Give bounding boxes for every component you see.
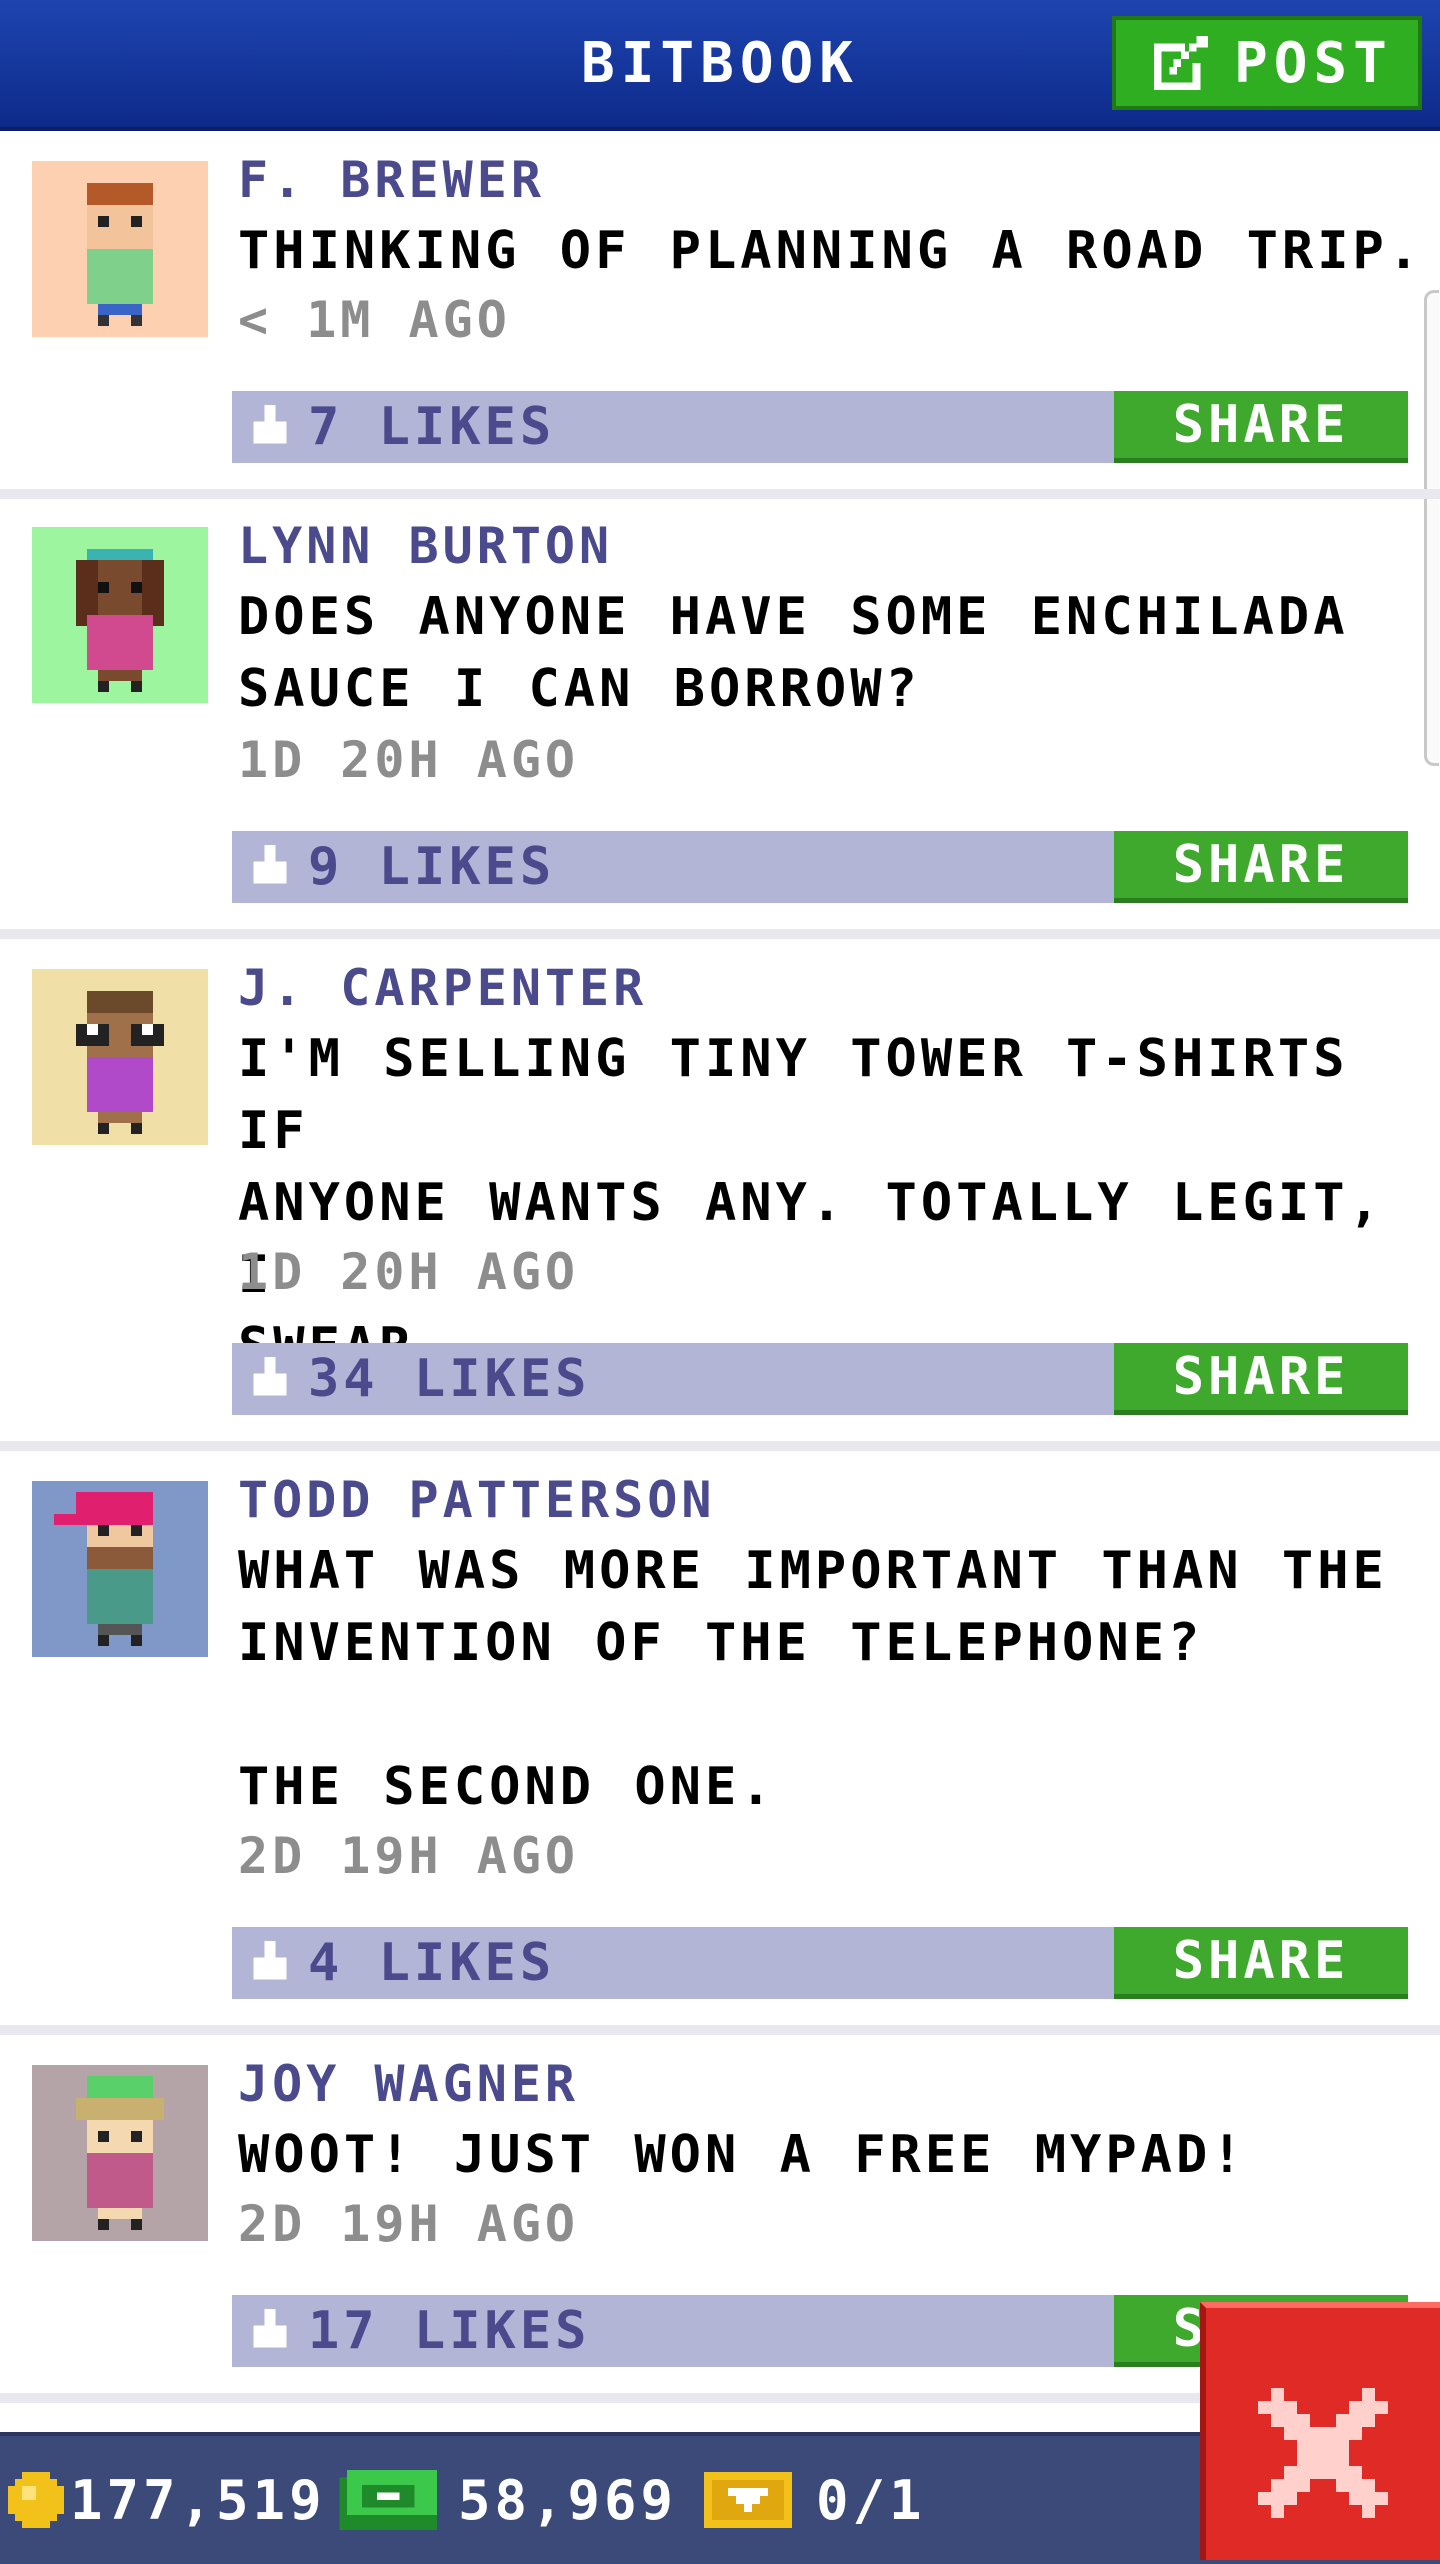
bux-count: 58,969 xyxy=(458,2468,678,2532)
share-button[interactable]: SHARE xyxy=(1114,1343,1408,1415)
post-divider xyxy=(0,2025,1440,2035)
post-message: DOES ANYONE HAVE SOME ENCHILADA SAUCE I … xyxy=(238,587,1349,719)
post-divider xyxy=(0,489,1440,499)
post-author[interactable]: JOY WAGNER xyxy=(238,2055,579,2113)
post-message: I'M SELLING TINY TOWER T-SHIRTS IF ANYON… xyxy=(238,1029,1384,1377)
thumbs-up-icon[interactable] xyxy=(248,1357,292,1401)
avatar[interactable] xyxy=(32,527,208,703)
post-time: 2D 19H AGO xyxy=(238,1827,580,1885)
post-author[interactable]: J. CARPENTER xyxy=(238,959,647,1017)
thumbs-up-icon[interactable] xyxy=(248,845,292,889)
tickets-count: 0/1 xyxy=(816,2468,926,2532)
post-time: 1D 20H AGO xyxy=(238,1243,580,1301)
tickets-display: 0/1 xyxy=(704,2436,926,2564)
thumbs-up-icon[interactable] xyxy=(248,1941,292,1985)
post-message: THINKING OF PLANNING A ROAD TRIP. xyxy=(238,221,1424,281)
post-author[interactable]: TODD PATTERSON xyxy=(238,1471,715,1529)
likes-count: 9 LIKES xyxy=(308,837,556,897)
ticket-icon xyxy=(704,2472,792,2528)
share-button[interactable]: SHARE xyxy=(1114,1927,1408,1999)
post-button-label: POST xyxy=(1234,30,1393,96)
avatar[interactable] xyxy=(32,2065,208,2241)
coins-count: 177,519 xyxy=(70,2468,326,2532)
likes-bar: 34 LIKES SHARE xyxy=(232,1343,1408,1415)
avatar[interactable] xyxy=(32,161,208,337)
post-time: < 1M AGO xyxy=(238,291,511,349)
likes-count: 17 LIKES xyxy=(308,2301,591,2361)
post-author[interactable]: LYNN BURTON xyxy=(238,517,613,575)
post-divider xyxy=(0,929,1440,939)
post-time: 2D 19H AGO xyxy=(238,2195,580,2253)
post-message: WOOT! JUST WON A FREE MYPAD! xyxy=(238,2125,1247,2185)
likes-bar: 4 LIKES SHARE xyxy=(232,1927,1408,1999)
post-time: 1D 20H AGO xyxy=(238,731,580,789)
post-message: WHAT WAS MORE IMPORTANT THAN THE INVENTI… xyxy=(238,1541,1388,1817)
bux-icon xyxy=(339,2470,437,2530)
likes-count: 7 LIKES xyxy=(308,397,556,457)
edit-icon xyxy=(1153,35,1209,91)
thumbs-up-icon[interactable] xyxy=(248,405,292,449)
likes-count: 34 LIKES xyxy=(308,1349,591,1409)
coins-display: 177,519 xyxy=(8,2436,326,2564)
avatar[interactable] xyxy=(32,1481,208,1657)
share-button[interactable]: SHARE xyxy=(1114,831,1408,903)
post-divider xyxy=(0,1441,1440,1451)
post-button[interactable]: POST xyxy=(1112,16,1422,110)
likes-count: 4 LIKES xyxy=(308,1933,556,1993)
app-header: BITBOOK POST xyxy=(0,0,1440,131)
thumbs-up-icon[interactable] xyxy=(248,2309,292,2353)
avatar[interactable] xyxy=(32,969,208,1145)
post-author[interactable]: F. BREWER xyxy=(238,151,545,209)
likes-bar: 7 LIKES SHARE xyxy=(232,391,1408,463)
close-button[interactable] xyxy=(1200,2302,1440,2560)
close-icon xyxy=(1258,2388,1388,2518)
share-button[interactable]: SHARE xyxy=(1114,391,1408,463)
bux-display: 58,969 xyxy=(336,2436,677,2564)
likes-bar: 9 LIKES SHARE xyxy=(232,831,1408,903)
coin-icon xyxy=(8,2472,64,2528)
